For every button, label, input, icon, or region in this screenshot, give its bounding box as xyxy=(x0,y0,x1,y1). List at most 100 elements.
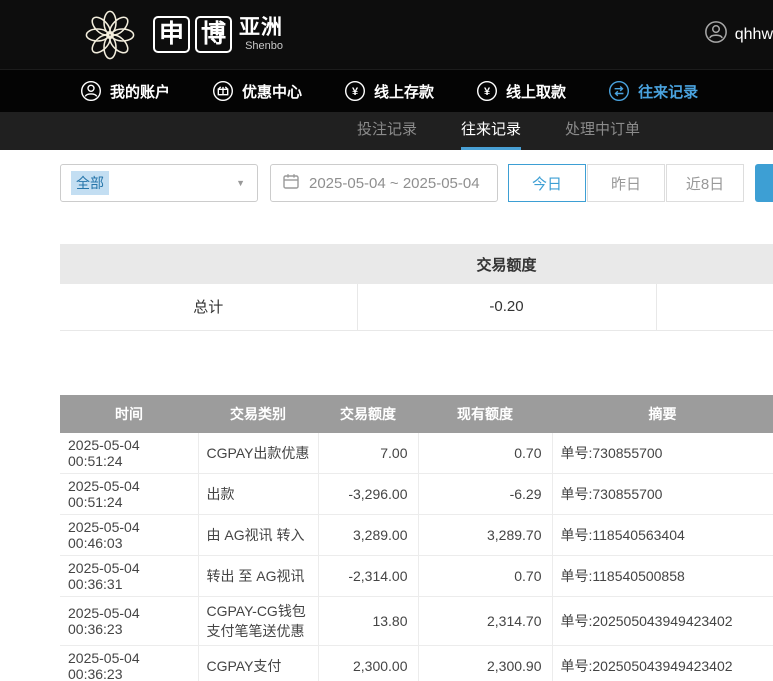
cell-3-2: -2,314.00 xyxy=(318,555,419,597)
cell-0-0: 2025-05-04 00:51:24 xyxy=(60,432,199,474)
gift-icon xyxy=(212,80,234,102)
records-header-row: 时间 交易类别 交易额度 现有额度 摘要 xyxy=(60,394,773,433)
col-header-3: 现有额度 xyxy=(418,394,552,433)
cell-0-1: CGPAY出款优惠 xyxy=(198,432,319,474)
summary-total-empty xyxy=(655,284,773,331)
sub-nav: 投注记录 往来记录 处理中订单 xyxy=(0,112,773,150)
brand-region: 亚洲 xyxy=(239,16,283,39)
cell-0-3: 0.70 xyxy=(418,432,553,474)
nav-item-3[interactable]: ¥ 线上取款 xyxy=(476,80,566,102)
col-header-4: 摘要 xyxy=(552,394,773,433)
logo: 申 博 亚洲 Shenbo xyxy=(84,9,283,61)
cell-2-3: 3,289.70 xyxy=(418,514,553,556)
cell-3-1: 转出 至 AG视讯 xyxy=(198,555,319,597)
cell-4-4: 单号:202505043949423402 xyxy=(552,596,773,646)
table-row: 2025-05-04 00:46:03 由 AG视讯 转入 3,289.00 3,28… xyxy=(60,514,773,556)
nav-item-label: 优惠中心 xyxy=(242,83,303,101)
summary-table: 交易额度 总计 -0.20 xyxy=(60,244,773,331)
cell-1-3: -6.29 xyxy=(418,473,553,515)
cell-1-1: 出款 xyxy=(198,473,319,515)
nav-item-2[interactable]: ¥ 线上存款 xyxy=(344,80,434,102)
summary-header-amount: 交易额度 xyxy=(357,244,656,284)
cell-4-1: CGPAY-CG钱包支付笔笔送优惠 xyxy=(198,596,319,646)
table-row: 2025-05-04 00:51:24 出款 -3,296.00 -6.29 单号:73… xyxy=(60,473,773,515)
category-selected-value: 全部 xyxy=(71,171,109,195)
subnav-tab-2[interactable]: 处理中订单 xyxy=(565,112,640,150)
cell-2-1: 由 AG视讯 转入 xyxy=(198,514,319,556)
cell-3-3: 0.70 xyxy=(418,555,553,597)
cell-0-2: 7.00 xyxy=(318,432,419,474)
quick-range-button-1[interactable]: 昨日 xyxy=(587,164,665,202)
cell-0-4: 单号:730855700 xyxy=(552,432,773,474)
main-nav: 我的账户 优惠中心 ¥ 线上存款 ¥ 线上取款 往来记录 xyxy=(0,70,773,112)
nav-item-label: 我的账户 xyxy=(110,83,171,101)
cell-2-0: 2025-05-04 00:46:03 xyxy=(60,514,199,556)
nav-item-0[interactable]: 我的账户 xyxy=(80,80,170,102)
search-button[interactable] xyxy=(755,164,773,202)
nav-item-label: 线上存款 xyxy=(374,83,435,101)
brand-en: Shenbo xyxy=(245,40,283,52)
summary-total-label: 总计 xyxy=(60,284,357,331)
cell-3-0: 2025-05-04 00:36:31 xyxy=(60,555,199,597)
col-header-1: 交易类别 xyxy=(198,394,318,433)
cell-1-2: -3,296.00 xyxy=(318,473,419,515)
records-table: 时间 交易类别 交易额度 现有额度 摘要 2025-05-04 00:51:24 CGPA… xyxy=(60,394,773,681)
summary-header-empty-left xyxy=(60,244,357,284)
user-icon xyxy=(80,80,102,102)
category-select[interactable]: 全部 ▼ xyxy=(60,164,258,202)
transfer-record-icon xyxy=(608,80,630,102)
top-header: 申 博 亚洲 Shenbo qhhw xyxy=(0,0,773,70)
subnav-tab-0[interactable]: 投注记录 xyxy=(357,112,417,150)
cell-5-2: 2,300.00 xyxy=(318,645,419,681)
brand-char-1: 申 xyxy=(153,16,190,53)
nav-item-label: 往来记录 xyxy=(638,83,699,101)
cell-1-4: 单号:730855700 xyxy=(552,473,773,515)
svg-text:¥: ¥ xyxy=(484,86,491,98)
cell-2-4: 单号:118540563404 xyxy=(552,514,773,556)
cell-2-2: 3,289.00 xyxy=(318,514,419,556)
username: qhhw xyxy=(734,25,773,43)
brand-char-2: 博 xyxy=(195,16,232,53)
cell-4-3: 2,314.70 xyxy=(418,596,553,646)
cell-4-2: 13.80 xyxy=(318,596,419,646)
calendar-icon xyxy=(282,172,300,194)
nav-item-4[interactable]: 往来记录 xyxy=(608,80,698,102)
chevron-down-icon: ▼ xyxy=(236,178,245,188)
sub-nav-tabs: 投注记录 往来记录 处理中订单 xyxy=(357,112,640,150)
table-row: 2025-05-04 00:36:23 CGPAY支付 2,300.00 2,300.… xyxy=(60,645,773,681)
summary-header-empty-right xyxy=(656,244,773,284)
filter-bar: 全部 ▼ 2025-05-04 ~ 2025-05-04 今日 昨日 近8日 xyxy=(60,164,773,202)
withdraw-coin-icon: ¥ xyxy=(476,80,498,102)
quick-range-button-0[interactable]: 今日 xyxy=(508,164,586,202)
col-header-2: 交易额度 xyxy=(318,394,418,433)
table-row: 2025-05-04 00:36:31 转出 至 AG视讯 -2,314.00 0.7… xyxy=(60,555,773,597)
user-account[interactable]: qhhw xyxy=(704,0,773,69)
cell-5-1: CGPAY支付 xyxy=(198,645,319,681)
page: 申 博 亚洲 Shenbo qhhw 我的账户 优惠中心 ¥ 线上存款 ¥ 线上取款 往来记… xyxy=(0,0,773,681)
table-row: 2025-05-04 00:36:23 CGPAY-CG钱包支付笔笔送优惠 13.8… xyxy=(60,596,773,646)
cell-1-0: 2025-05-04 00:51:24 xyxy=(60,473,199,515)
summary-total-value: -0.20 xyxy=(356,284,656,331)
subnav-tab-1[interactable]: 往来记录 xyxy=(460,112,521,150)
user-icon xyxy=(704,20,728,49)
svg-text:¥: ¥ xyxy=(352,86,359,98)
cell-5-0: 2025-05-04 00:36:23 xyxy=(60,645,199,681)
brand-region-wrap: 亚洲 Shenbo xyxy=(239,17,283,52)
cell-5-4: 单号:202505043949423402 xyxy=(552,645,773,681)
nav-item-1[interactable]: 优惠中心 xyxy=(212,80,302,102)
deposit-coin-icon: ¥ xyxy=(344,80,366,102)
date-range-value: 2025-05-04 ~ 2025-05-04 xyxy=(309,174,480,192)
cell-4-0: 2025-05-04 00:36:23 xyxy=(60,596,199,646)
quick-range-buttons: 今日 昨日 近8日 xyxy=(508,164,744,202)
lotus-logo-icon xyxy=(84,9,136,61)
cell-5-3: 2,300.90 xyxy=(418,645,553,681)
content: 全部 ▼ 2025-05-04 ~ 2025-05-04 今日 昨日 近8日 交… xyxy=(0,164,773,681)
summary-header-row: 交易额度 xyxy=(60,244,773,284)
summary-total-row: 总计 -0.20 xyxy=(60,284,773,331)
table-row: 2025-05-04 00:51:24 CGPAY出款优惠 7.00 0.70 单号:7… xyxy=(60,432,773,474)
cell-3-4: 单号:118540500858 xyxy=(552,555,773,597)
col-header-0: 时间 xyxy=(60,394,198,433)
nav-item-label: 线上取款 xyxy=(506,83,567,101)
quick-range-button-2[interactable]: 近8日 xyxy=(666,164,744,202)
date-range-input[interactable]: 2025-05-04 ~ 2025-05-04 xyxy=(270,164,498,202)
